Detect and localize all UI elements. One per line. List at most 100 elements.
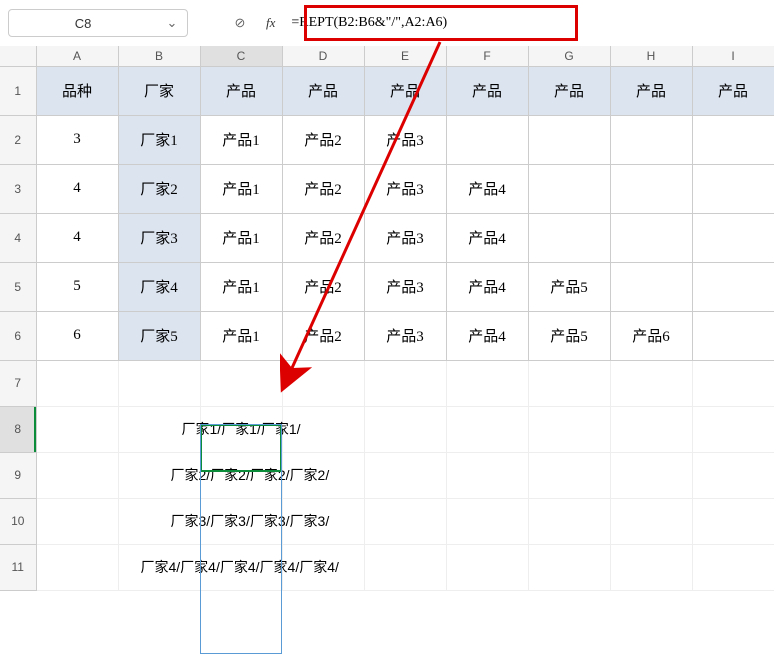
cell[interactable]: 产品5 — [528, 311, 610, 360]
cell[interactable] — [118, 360, 200, 406]
row-header-10[interactable]: 10 — [0, 498, 36, 544]
cell[interactable] — [692, 164, 774, 213]
cell-c9[interactable]: 厂家2/厂家2/厂家2/厂家2/ — [200, 452, 282, 498]
fx-label[interactable]: fx — [266, 15, 275, 31]
cell[interactable] — [36, 452, 118, 498]
cell[interactable] — [446, 452, 528, 498]
cell[interactable]: 产品4 — [446, 213, 528, 262]
col-header-i[interactable]: I — [692, 46, 774, 66]
cell[interactable] — [610, 452, 692, 498]
cell[interactable]: 产品 — [200, 66, 282, 115]
name-box[interactable]: C8 ⌄ — [8, 9, 188, 37]
cell[interactable]: 产品 — [528, 66, 610, 115]
cell[interactable]: 产品3 — [364, 311, 446, 360]
cell[interactable]: 产品1 — [200, 262, 282, 311]
col-header-b[interactable]: B — [118, 46, 200, 66]
cell[interactable]: 产品2 — [282, 262, 364, 311]
cell-c10[interactable]: 厂家3/厂家3/厂家3/厂家3/ — [200, 498, 282, 544]
row-header-5[interactable]: 5 — [0, 262, 36, 311]
cell[interactable] — [446, 115, 528, 164]
col-header-h[interactable]: H — [610, 46, 692, 66]
row-header-7[interactable]: 7 — [0, 360, 36, 406]
row-header-8[interactable]: 8 — [0, 406, 36, 452]
cell[interactable] — [610, 360, 692, 406]
cell[interactable]: 产品1 — [200, 311, 282, 360]
cell[interactable]: 产品 — [364, 66, 446, 115]
cell[interactable] — [36, 498, 118, 544]
cell[interactable] — [610, 213, 692, 262]
cell[interactable] — [528, 406, 610, 452]
cell[interactable] — [446, 544, 528, 590]
cell[interactable]: 4 — [36, 164, 118, 213]
cell[interactable]: 产品 — [610, 66, 692, 115]
cell[interactable] — [364, 452, 446, 498]
cell[interactable]: 厂家1 — [118, 115, 200, 164]
cell[interactable] — [610, 164, 692, 213]
cell[interactable]: 产品2 — [282, 311, 364, 360]
cell[interactable]: 厂家4 — [118, 262, 200, 311]
cell[interactable]: 产品2 — [282, 164, 364, 213]
cell[interactable] — [200, 360, 282, 406]
formula-bar[interactable] — [283, 9, 683, 37]
cell[interactable]: 产品 — [282, 66, 364, 115]
cell[interactable] — [692, 311, 774, 360]
cell[interactable]: 产品5 — [528, 262, 610, 311]
cell[interactable]: 产品4 — [446, 262, 528, 311]
cell[interactable] — [364, 360, 446, 406]
cell[interactable]: 厂家3 — [118, 213, 200, 262]
cell[interactable] — [528, 164, 610, 213]
cell[interactable] — [692, 213, 774, 262]
row-header-11[interactable]: 11 — [0, 544, 36, 590]
row-header-9[interactable]: 9 — [0, 452, 36, 498]
cell[interactable] — [364, 406, 446, 452]
cell[interactable] — [692, 115, 774, 164]
cell[interactable]: 产品3 — [364, 213, 446, 262]
cell[interactable]: 产品1 — [200, 213, 282, 262]
cell[interactable]: 品种 — [36, 66, 118, 115]
col-header-g[interactable]: G — [528, 46, 610, 66]
cell[interactable]: 产品4 — [446, 164, 528, 213]
cell[interactable]: 产品2 — [282, 213, 364, 262]
cell[interactable] — [446, 406, 528, 452]
cell[interactable] — [364, 498, 446, 544]
cell[interactable]: 产品 — [692, 66, 774, 115]
cell[interactable]: 产品1 — [200, 115, 282, 164]
cell[interactable]: 6 — [36, 311, 118, 360]
col-header-f[interactable]: F — [446, 46, 528, 66]
cell-c11[interactable]: 厂家4/厂家4/厂家4/厂家4/厂家4/ — [200, 544, 282, 590]
cell[interactable] — [528, 360, 610, 406]
cancel-icon[interactable]: ⊘ — [226, 9, 254, 37]
cell[interactable] — [36, 544, 118, 590]
cell[interactable] — [610, 115, 692, 164]
cell[interactable] — [446, 498, 528, 544]
cell[interactable]: 厂家2 — [118, 164, 200, 213]
cell[interactable]: 产品3 — [364, 115, 446, 164]
col-header-e[interactable]: E — [364, 46, 446, 66]
select-all-corner[interactable] — [0, 46, 36, 66]
col-header-d[interactable]: D — [282, 46, 364, 66]
cell[interactable]: 产品6 — [610, 311, 692, 360]
cell[interactable] — [610, 498, 692, 544]
cell[interactable]: 产品 — [446, 66, 528, 115]
col-header-a[interactable]: A — [36, 46, 118, 66]
row-header-3[interactable]: 3 — [0, 164, 36, 213]
cell[interactable]: 产品1 — [200, 164, 282, 213]
cell[interactable] — [528, 498, 610, 544]
cell[interactable] — [528, 452, 610, 498]
cell[interactable] — [610, 406, 692, 452]
cell[interactable] — [692, 360, 774, 406]
cell[interactable]: 厂家 — [118, 66, 200, 115]
cell[interactable]: 产品3 — [364, 262, 446, 311]
cell[interactable] — [528, 544, 610, 590]
cell[interactable] — [282, 360, 364, 406]
cell[interactable]: 产品4 — [446, 311, 528, 360]
cell[interactable]: 5 — [36, 262, 118, 311]
col-header-c[interactable]: C — [200, 46, 282, 66]
cell[interactable]: 厂家5 — [118, 311, 200, 360]
cell[interactable] — [528, 213, 610, 262]
cell[interactable]: 4 — [36, 213, 118, 262]
cell[interactable]: 3 — [36, 115, 118, 164]
chevron-down-icon[interactable]: ⌄ — [157, 15, 187, 31]
cell[interactable] — [446, 360, 528, 406]
cell[interactable] — [692, 406, 774, 452]
